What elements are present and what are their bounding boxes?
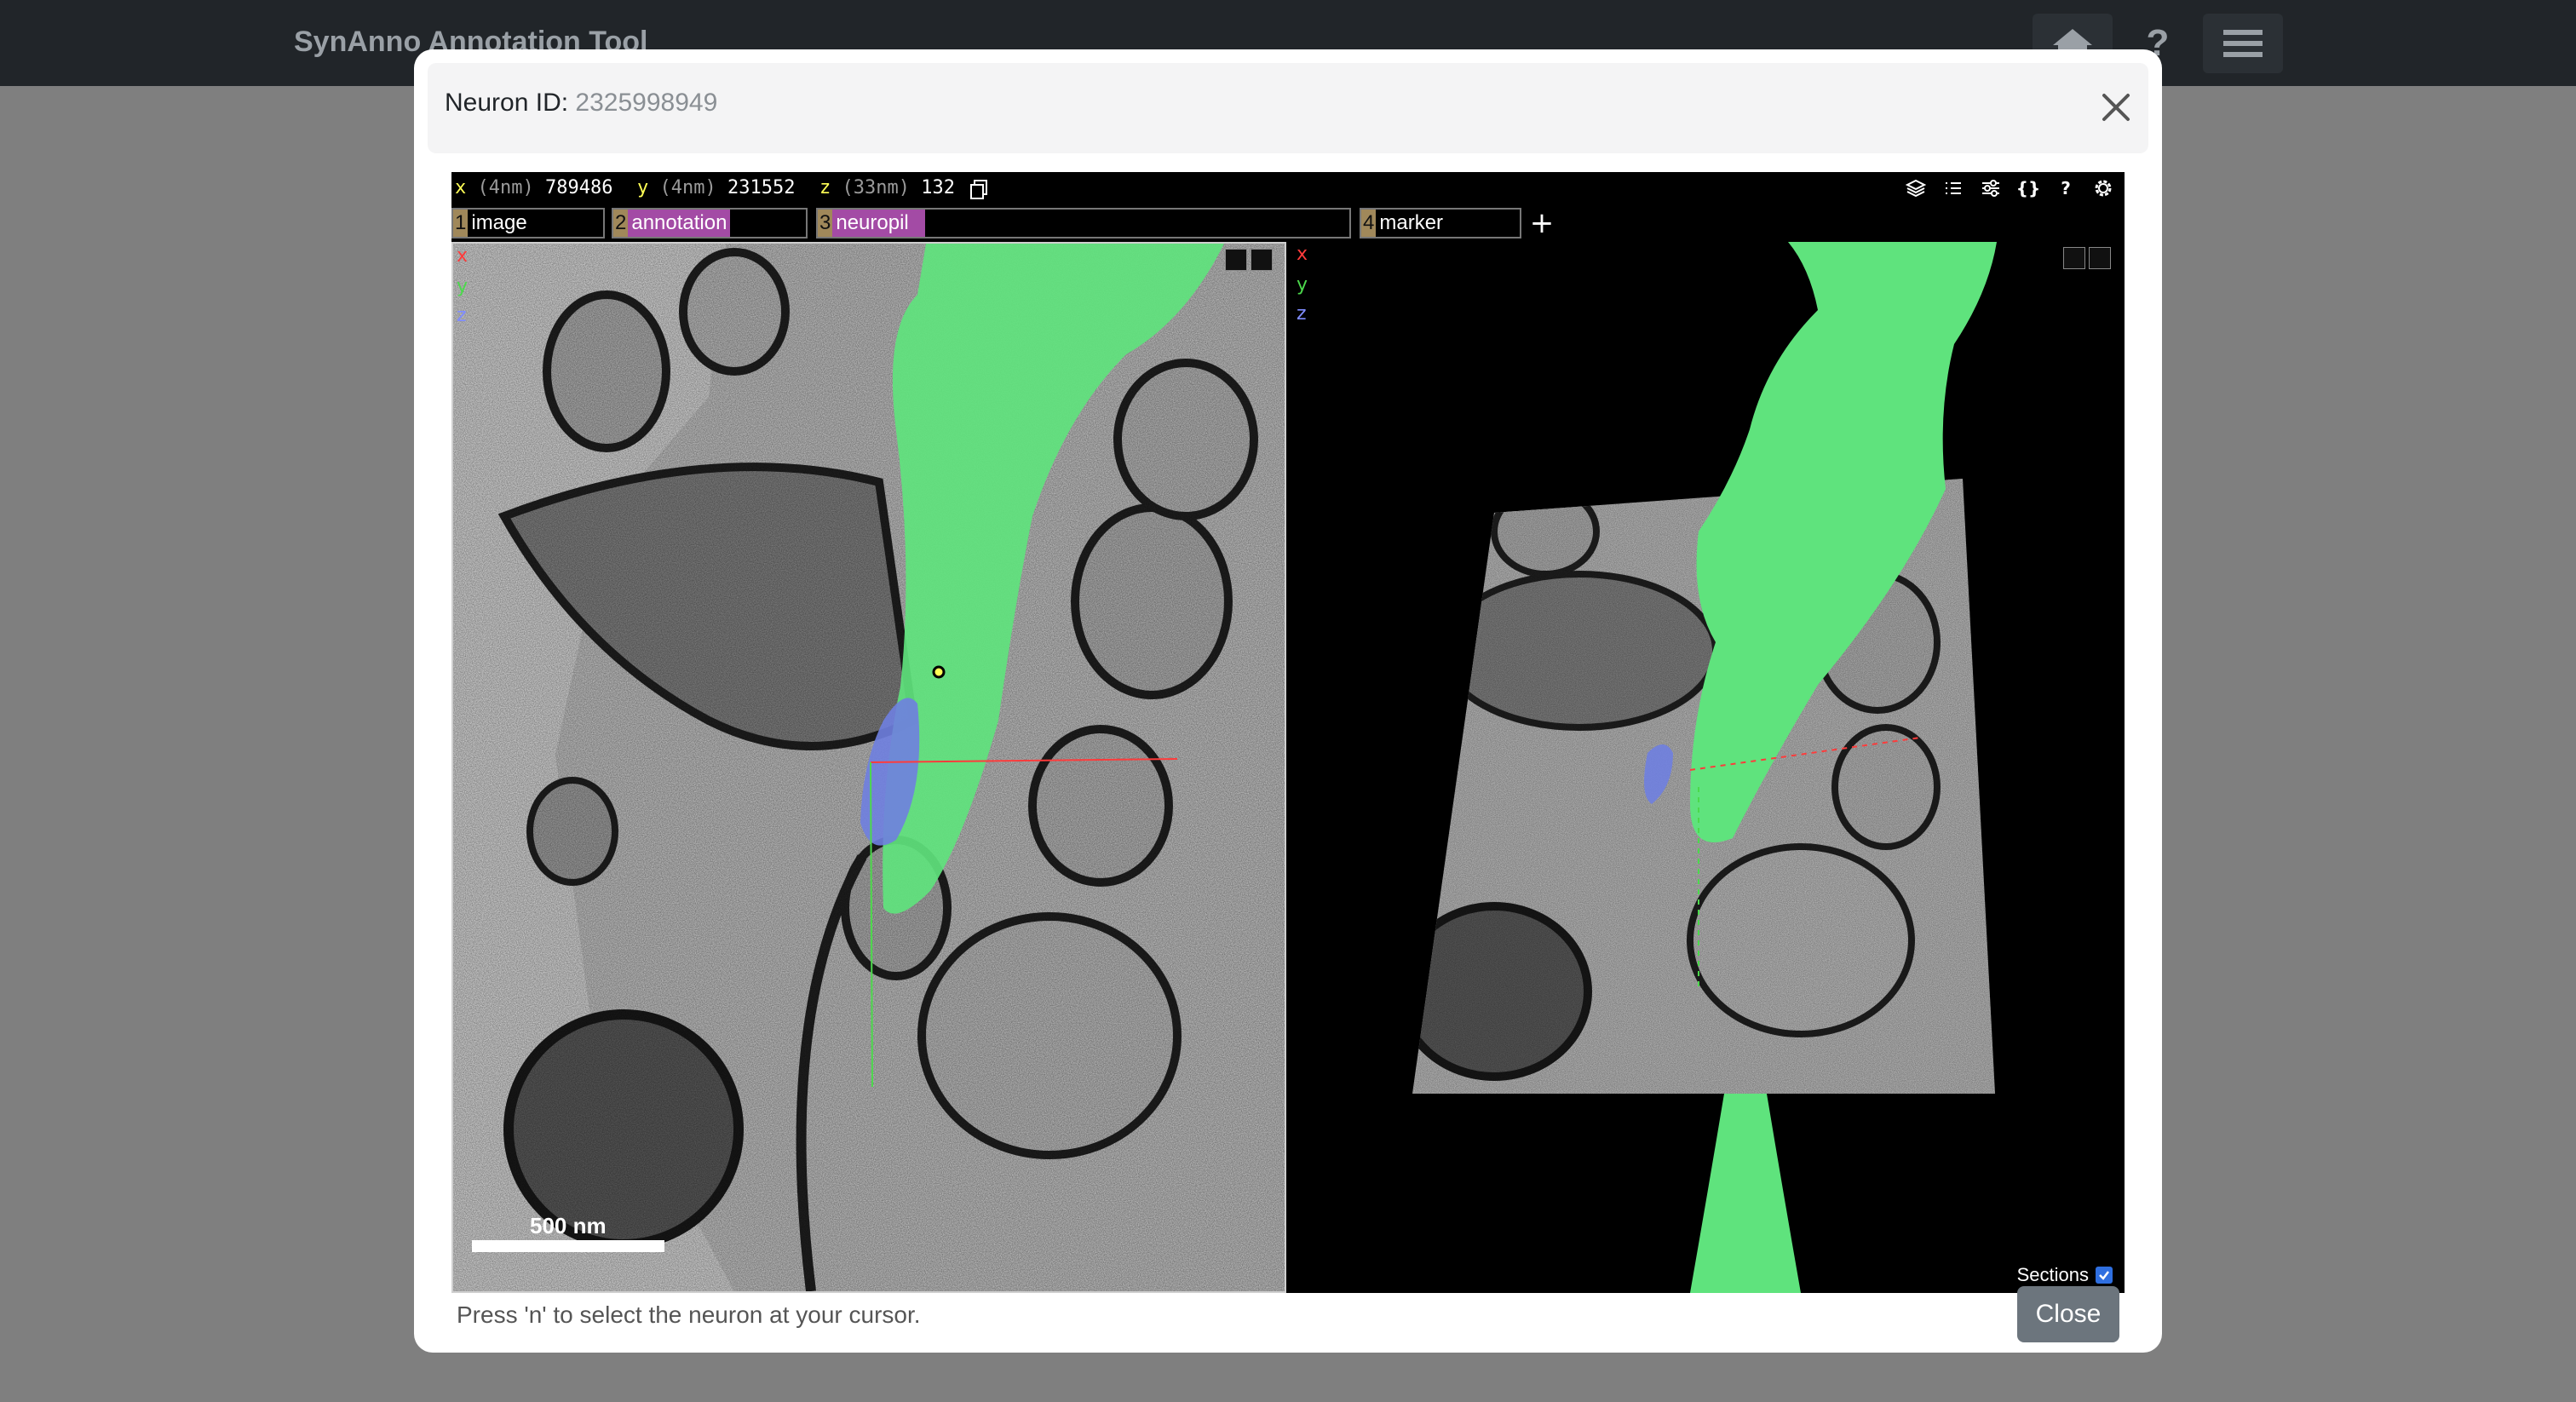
layer-marker[interactable]: 4 marker [1360,208,1521,238]
layer-image[interactable]: 1 image [451,208,605,238]
neuron-modal: Neuron ID: 2325998949 x (4nm) 789486 y (… [414,49,2162,1353]
panel-popout-button[interactable] [2089,247,2111,269]
layer-name: annotation [628,210,731,237]
layer-number: 3 [818,210,833,237]
neuron-id-value: 2325998949 [575,89,718,117]
layer-number: 2 [613,210,629,237]
sections-label: Sections [2016,1264,2089,1285]
layer-neuropil[interactable]: 3 neuropil [816,208,1351,238]
add-layer-button[interactable]: + [1527,208,1557,238]
layer-name: neuropil [832,210,926,237]
axis-label-z: z [457,305,467,326]
menu-icon [2223,30,2263,57]
layer-number: 4 [1361,210,1377,237]
viewer-toolbar: {} ? [1903,172,2116,204]
coord-z[interactable]: z (33nm) 132 [819,172,955,204]
neuron-id-label: Neuron ID: [445,89,569,117]
slice-view-panel[interactable]: x y z 500 nm [451,242,1286,1293]
modal-header: Neuron ID: 2325998949 [428,63,2148,153]
panel-popout-button[interactable] [1251,249,1273,271]
settings-icon[interactable] [2090,175,2116,201]
3d-render-image [1412,242,1997,1293]
axis-label-y: y [1297,274,1308,296]
coord-y[interactable]: y (4nm) 231552 [637,172,795,204]
close-icon [2102,94,2130,121]
axis-label-x: x [457,245,469,267]
sections-toggle[interactable]: Sections [2017,1264,2113,1286]
footer-hint: Press 'n' to select the neuron at your c… [457,1301,921,1328]
layer-name: marker [1379,211,1444,234]
sections-checkbox[interactable] [2096,1267,2113,1284]
checkmark-icon [2099,1271,2109,1280]
layer-bar: 1 image 2 annotation 3 neuropil 4 marker + [451,208,2125,240]
close-button[interactable]: Close [2017,1286,2119,1342]
copy-icon [970,180,987,199]
layers-icon[interactable] [1903,175,1929,201]
copy-coords-button[interactable] [969,179,988,211]
menu-button[interactable] [2203,14,2283,73]
axis-label-z: z [1297,303,1307,325]
scale-bar-label: 500 nm [530,1213,607,1238]
panel-maximize-button[interactable] [1225,249,1247,271]
layer-number: 1 [453,210,469,237]
coordinate-bar: x (4nm) 789486 y (4nm) 231552 z (33nm) 1… [451,172,2125,204]
scale-bar [472,1240,664,1252]
layer-annotation[interactable]: 2 annotation [612,208,808,238]
panel-maximize-button[interactable] [2063,247,2085,269]
modal-title: Neuron ID: 2325998949 [445,89,717,118]
list-icon[interactable] [1941,175,1966,201]
coord-x[interactable]: x (4nm) 789486 [455,172,612,204]
axis-label-y: y [457,276,469,297]
help-icon[interactable]: ? [2053,175,2079,201]
neuroglancer-viewer[interactable]: x (4nm) 789486 y (4nm) 231552 z (33nm) 1… [451,172,2125,1293]
layer-name: image [471,211,527,234]
close-x-button[interactable] [2099,90,2133,124]
json-icon[interactable]: {} [2015,175,2041,201]
sliders-icon[interactable] [1978,175,2004,201]
em-slice-image [453,244,1285,1291]
3d-view-panel[interactable]: x y z Sections [1290,242,2125,1293]
axis-label-x: x [1297,244,1308,265]
